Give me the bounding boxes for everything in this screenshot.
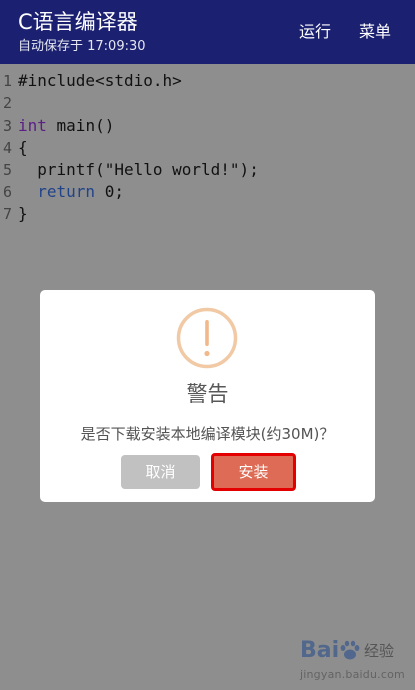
line-code: printf("Hello world!"); bbox=[18, 159, 259, 181]
code-keyword: int bbox=[18, 116, 47, 135]
line-number: 7 bbox=[3, 205, 13, 223]
code-line[interactable]: 1 #include<stdio.h> bbox=[0, 70, 415, 92]
jingyan-label: 经验 bbox=[364, 642, 395, 660]
warning-dialog: 警告 是否下载安装本地编译模块(约30M)？ 取消 安装 bbox=[40, 290, 375, 502]
code-line[interactable]: 7} bbox=[0, 203, 415, 225]
line-number: 1 bbox=[3, 72, 13, 90]
autosave-status: 自动保存于 17:09:30 bbox=[18, 39, 146, 54]
watermark-url: jingyan.baidu.com bbox=[300, 668, 405, 681]
code-line[interactable]: 3 int main() bbox=[0, 115, 415, 137]
code-text: #include<stdio.h> bbox=[18, 71, 182, 90]
line-number: 5 bbox=[3, 161, 13, 179]
line-code: } bbox=[18, 203, 28, 225]
code-text: { bbox=[18, 138, 28, 157]
dialog-title: 警告 bbox=[186, 382, 229, 406]
code-text: main() bbox=[46, 116, 115, 135]
code-text: } bbox=[18, 204, 28, 223]
install-button[interactable]: 安装 bbox=[211, 453, 296, 491]
line-number: 6 bbox=[3, 183, 13, 201]
code-line[interactable]: 6 return 0; bbox=[0, 181, 415, 203]
line-number: 4 bbox=[3, 139, 13, 157]
code-line[interactable]: 5 printf("Hello world!"); bbox=[0, 159, 415, 181]
baidu-logo-text: Bai bbox=[300, 638, 340, 663]
cancel-button[interactable]: 取消 bbox=[121, 455, 200, 489]
app-title: C语言编译器 bbox=[18, 10, 138, 34]
code-line[interactable]: 2 bbox=[0, 92, 415, 114]
baidu-jingyan-watermark: Bai 经验 jingyan.baidu.com bbox=[300, 638, 410, 686]
code-text: printf("Hello world!"); bbox=[18, 160, 259, 179]
exclamation-warning-icon bbox=[176, 307, 238, 369]
baidu-paw-icon bbox=[340, 640, 360, 660]
line-code: return 0; bbox=[18, 181, 124, 203]
code-line[interactable]: 4{ bbox=[0, 137, 415, 159]
menu-button[interactable]: 菜单 bbox=[359, 20, 391, 44]
code-keyword: return bbox=[37, 182, 96, 201]
line-number: 2 bbox=[3, 94, 13, 112]
run-button[interactable]: 运行 bbox=[299, 20, 331, 44]
line-code: int main() bbox=[18, 115, 114, 137]
line-code: { bbox=[18, 137, 28, 159]
line-code: #include<stdio.h> bbox=[18, 70, 182, 92]
code-text: 0; bbox=[95, 182, 124, 201]
dialog-message: 是否下载安装本地编译模块(约30M)？ bbox=[80, 425, 335, 443]
line-number: 3 bbox=[3, 117, 13, 135]
app-bar: C语言编译器 自动保存于 17:09:30 运行 菜单 bbox=[0, 0, 415, 64]
